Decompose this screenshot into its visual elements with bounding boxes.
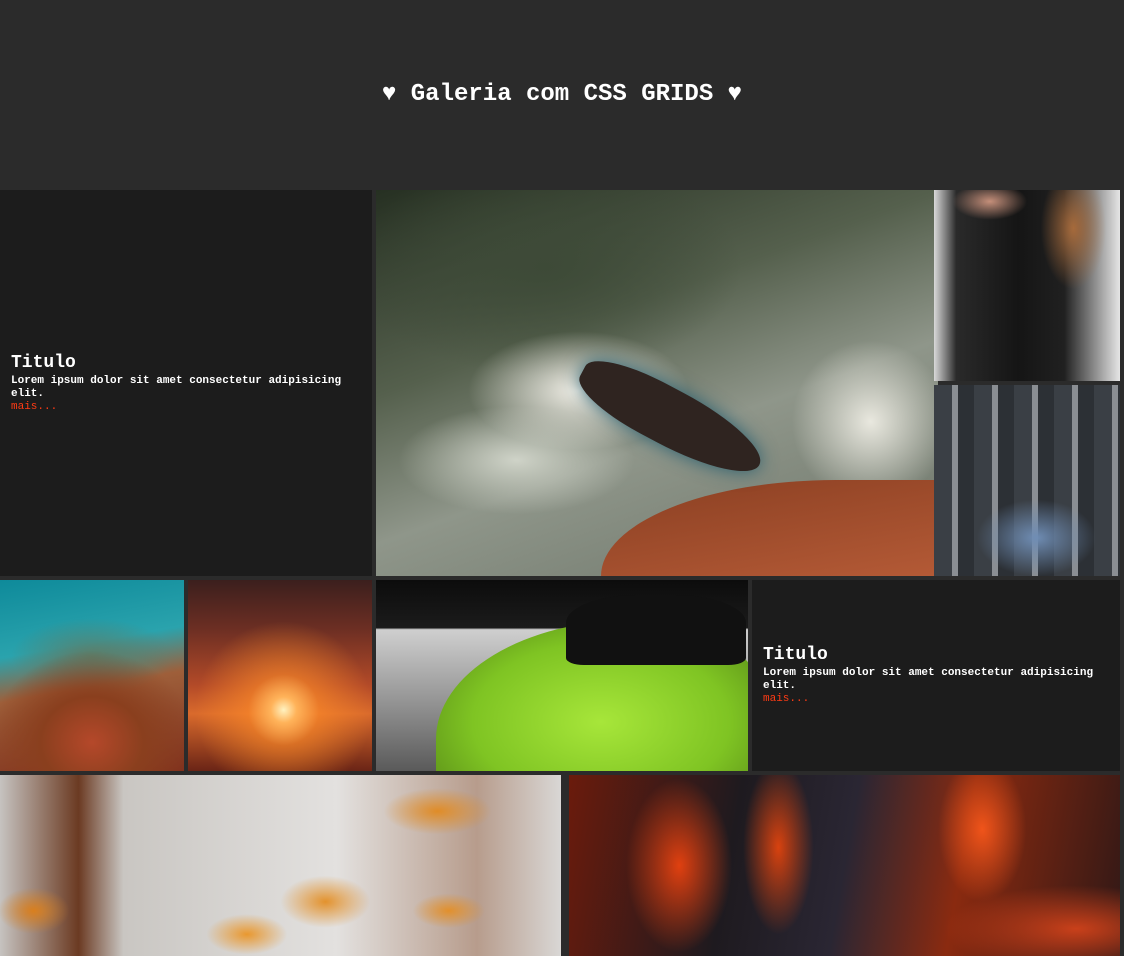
page-header: ♥ Galeria com CSS GRIDS ♥	[0, 0, 1124, 190]
more-link[interactable]: mais...	[763, 693, 1109, 706]
photo-autumn-forest-road[interactable]	[0, 580, 184, 771]
photo-ocean-shipwreck[interactable]	[376, 190, 938, 576]
more-link[interactable]: mais...	[11, 401, 361, 414]
card-title: Titulo	[763, 645, 828, 665]
text-card-2: Titulo Lorem ipsum dolor sit amet consec…	[752, 580, 1120, 771]
photo-autumn-leaves[interactable]	[0, 775, 561, 956]
card-body: Lorem ipsum dolor sit amet consectetur a…	[11, 374, 342, 400]
card-title: Titulo	[11, 352, 76, 373]
photo-city-rooftop[interactable]	[934, 385, 1120, 576]
photo-lava-flow[interactable]	[569, 775, 1120, 956]
text-card-1: Titulo Lorem ipsum dolor sit amet consec…	[0, 190, 372, 576]
sand-shape	[600, 479, 938, 576]
photo-green-sports-car[interactable]	[376, 580, 748, 771]
card-body: Lorem ipsum dolor sit amet consectetur a…	[763, 667, 1094, 692]
photo-woman-jacket[interactable]	[934, 190, 1120, 381]
gallery-grid: Titulo Lorem ipsum dolor sit amet consec…	[0, 190, 1124, 956]
photo-sunset-clouds[interactable]	[188, 580, 372, 771]
car-windshield-shape	[566, 595, 746, 665]
page-title: ♥ Galeria com CSS GRIDS ♥	[381, 80, 743, 108]
shipwreck-shape	[569, 346, 773, 490]
